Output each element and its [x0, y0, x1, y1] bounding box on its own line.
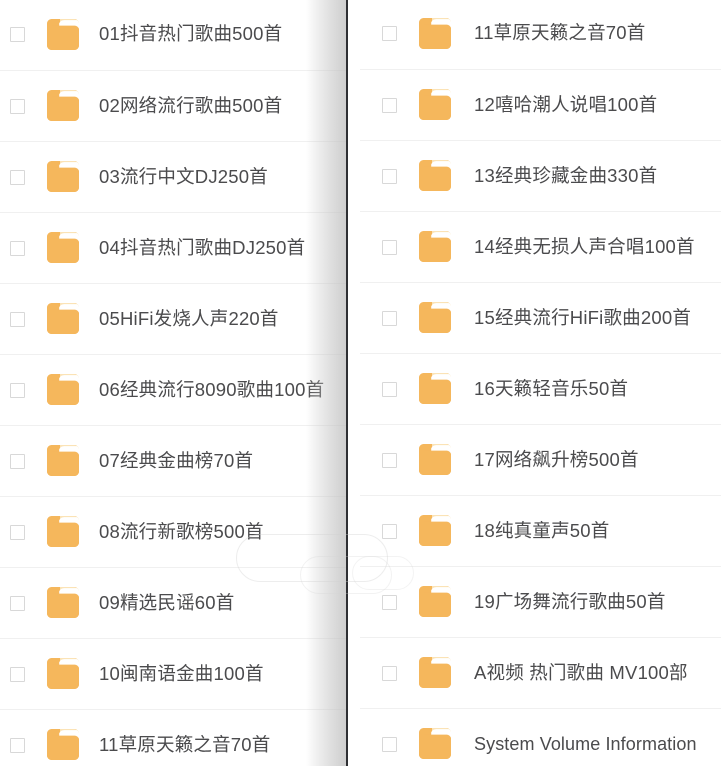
file-name-label: 05HiFi发烧人声220首 [99, 307, 279, 329]
checkbox-unchecked-icon[interactable] [10, 311, 25, 327]
folder-icon [43, 656, 83, 692]
checkbox-unchecked-icon[interactable] [10, 737, 25, 753]
right-file-list-panel: 11草原天籁之音70首 12嘻哈潮人说唱100首 13经典珍藏金曲330首 14… [360, 0, 721, 766]
checkbox-unchecked-icon[interactable] [382, 523, 397, 539]
file-name-label: 11草原天籁之音70首 [99, 733, 271, 755]
checkbox-unchecked-icon[interactable] [10, 27, 25, 42]
file-name-label: 13经典珍藏金曲330首 [474, 164, 658, 186]
file-list-row[interactable]: 18纯真童声50首 [360, 495, 721, 566]
checkbox-unchecked-icon[interactable] [382, 310, 397, 326]
file-name-label: 09精选民谣60首 [99, 591, 235, 613]
file-list-row[interactable]: 16天籁轻音乐50首 [360, 353, 721, 424]
checkbox-unchecked-icon[interactable] [10, 98, 25, 114]
file-list-row[interactable]: 06经典流行8090歌曲100首 [0, 354, 348, 425]
file-list-row[interactable]: A视频 热门歌曲 MV100部 [360, 637, 721, 708]
file-list-row[interactable]: 12嘻哈潮人说唱100首 [360, 69, 721, 140]
folder-icon [43, 514, 83, 550]
file-list-row[interactable]: 17网络飙升榜500首 [360, 424, 721, 495]
file-name-label: 11草原天籁之音70首 [474, 22, 646, 44]
file-name-label: A视频 热门歌曲 MV100部 [474, 661, 688, 683]
file-name-label: 02网络流行歌曲500首 [99, 94, 283, 116]
file-name-label: 16天籁轻音乐50首 [474, 377, 629, 399]
file-name-label: 14经典无损人声合唱100首 [474, 235, 695, 257]
folder-icon [415, 371, 455, 407]
folder-icon [415, 726, 455, 762]
folder-icon [43, 443, 83, 479]
file-name-label: 10闽南语金曲100首 [99, 662, 264, 684]
file-name-label: 06经典流行8090歌曲100首 [99, 378, 325, 400]
file-list-row[interactable]: 07经典金曲榜70首 [0, 425, 348, 496]
folder-icon [43, 372, 83, 408]
file-list-row[interactable]: 09精选民谣60首 [0, 567, 348, 638]
folder-icon [43, 88, 83, 124]
file-name-label: System Volume Information [474, 734, 697, 754]
folder-icon [415, 16, 455, 52]
checkbox-unchecked-icon[interactable] [10, 524, 25, 540]
screenshot-canvas: 01抖音热门歌曲500首 02网络流行歌曲500首 03流行中文DJ250首 0… [0, 0, 721, 766]
folder-icon [415, 442, 455, 478]
checkbox-unchecked-icon[interactable] [10, 453, 25, 469]
file-name-label: 18纯真童声50首 [474, 519, 610, 541]
checkbox-unchecked-icon[interactable] [382, 381, 397, 397]
checkbox-unchecked-icon[interactable] [10, 666, 25, 682]
file-list-row[interactable]: 11草原天籁之音70首 [360, 0, 721, 69]
file-name-label: 17网络飙升榜500首 [474, 448, 639, 470]
left-file-list: 01抖音热门歌曲500首 02网络流行歌曲500首 03流行中文DJ250首 0… [0, 0, 348, 766]
folder-icon [415, 513, 455, 549]
folder-icon [415, 229, 455, 265]
file-list-row[interactable]: 08流行新歌榜500首 [0, 496, 348, 567]
checkbox-unchecked-icon[interactable] [382, 452, 397, 468]
checkbox-unchecked-icon[interactable] [382, 665, 397, 681]
left-file-list-panel: 01抖音热门歌曲500首 02网络流行歌曲500首 03流行中文DJ250首 0… [0, 0, 348, 766]
checkbox-unchecked-icon[interactable] [10, 382, 25, 398]
checkbox-unchecked-icon[interactable] [10, 240, 25, 256]
checkbox-unchecked-icon[interactable] [382, 168, 397, 184]
checkbox-unchecked-icon[interactable] [382, 97, 397, 113]
folder-icon [415, 158, 455, 194]
file-name-label: 04抖音热门歌曲DJ250首 [99, 236, 306, 258]
file-list-row[interactable]: 11草原天籁之音70首 [0, 709, 348, 766]
checkbox-unchecked-icon[interactable] [382, 239, 397, 255]
checkbox-unchecked-icon[interactable] [382, 26, 397, 41]
folder-icon [415, 300, 455, 336]
file-list-row[interactable]: 05HiFi发烧人声220首 [0, 283, 348, 354]
file-name-label: 01抖音热门歌曲500首 [99, 23, 283, 45]
file-name-label: 15经典流行HiFi歌曲200首 [474, 306, 692, 328]
folder-icon [43, 230, 83, 266]
file-list-row[interactable]: 14经典无损人声合唱100首 [360, 211, 721, 282]
file-name-label: 19广场舞流行歌曲50首 [474, 590, 666, 612]
checkbox-unchecked-icon[interactable] [382, 736, 397, 752]
folder-icon [43, 17, 83, 53]
right-file-list: 11草原天籁之音70首 12嘻哈潮人说唱100首 13经典珍藏金曲330首 14… [360, 0, 721, 766]
file-list-row[interactable]: 10闽南语金曲100首 [0, 638, 348, 709]
checkbox-unchecked-icon[interactable] [382, 594, 397, 610]
file-list-row[interactable]: 04抖音热门歌曲DJ250首 [0, 212, 348, 283]
folder-icon [43, 301, 83, 337]
folder-icon [43, 159, 83, 195]
folder-icon [415, 584, 455, 620]
file-list-row[interactable]: 01抖音热门歌曲500首 [0, 0, 348, 70]
file-list-row[interactable]: 02网络流行歌曲500首 [0, 70, 348, 141]
file-name-label: 08流行新歌榜500首 [99, 520, 264, 542]
file-list-row[interactable]: System Volume Information [360, 708, 721, 766]
folder-icon [43, 585, 83, 621]
file-list-row[interactable]: 03流行中文DJ250首 [0, 141, 348, 212]
file-list-row[interactable]: 15经典流行HiFi歌曲200首 [360, 282, 721, 353]
file-name-label: 12嘻哈潮人说唱100首 [474, 93, 658, 115]
file-name-label: 07经典金曲榜70首 [99, 449, 254, 471]
folder-icon [415, 655, 455, 691]
file-list-row[interactable]: 13经典珍藏金曲330首 [360, 140, 721, 211]
file-list-row[interactable]: 19广场舞流行歌曲50首 [360, 566, 721, 637]
folder-icon [43, 727, 83, 763]
folder-icon [415, 87, 455, 123]
checkbox-unchecked-icon[interactable] [10, 169, 25, 185]
checkbox-unchecked-icon[interactable] [10, 595, 25, 611]
file-name-label: 03流行中文DJ250首 [99, 165, 268, 187]
